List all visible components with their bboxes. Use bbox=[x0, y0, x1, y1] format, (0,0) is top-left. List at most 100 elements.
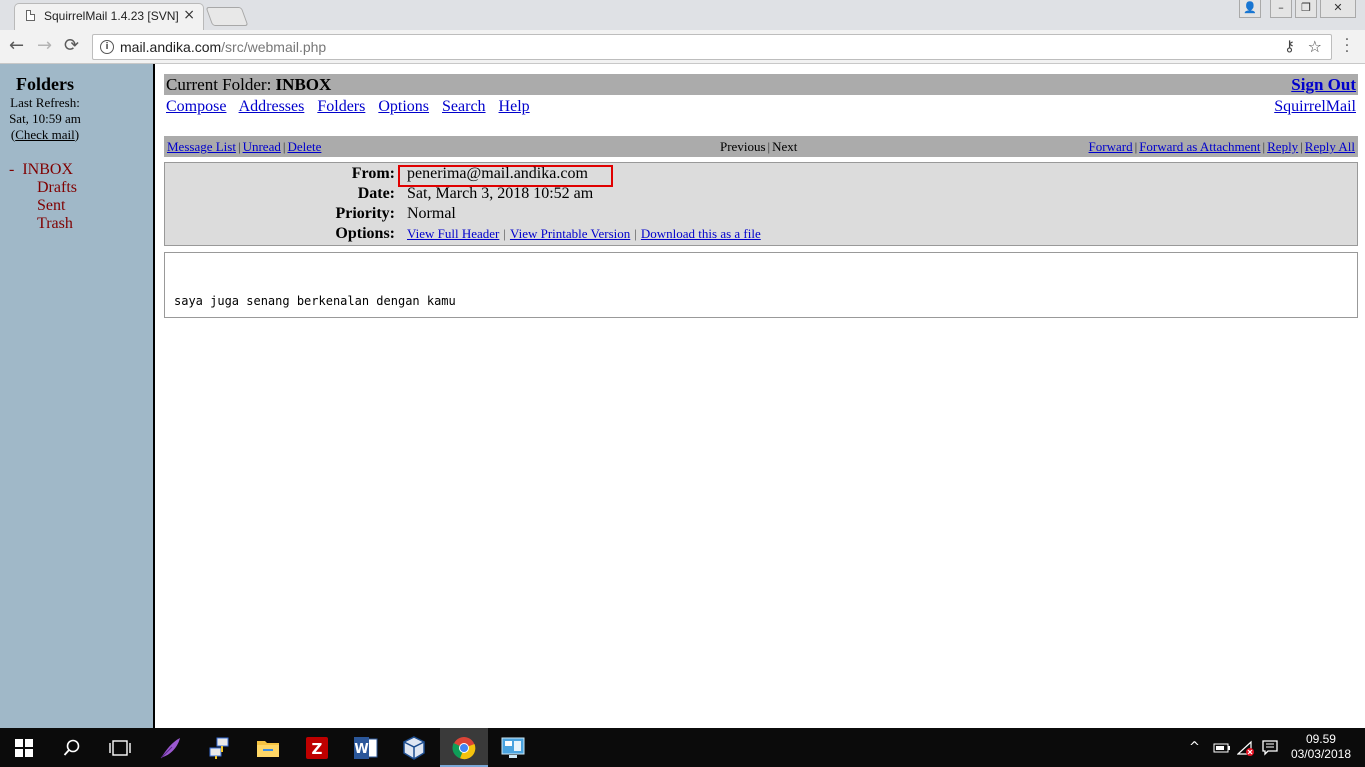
unread-link[interactable]: Unread bbox=[243, 139, 281, 154]
nav-mid-group: Previous | Next bbox=[720, 136, 797, 157]
menu-search[interactable]: Search bbox=[442, 98, 486, 115]
back-arrow-icon[interactable]: ← bbox=[9, 35, 24, 57]
new-tab-button[interactable] bbox=[205, 7, 249, 26]
reload-icon[interactable]: ⟳ bbox=[64, 35, 79, 57]
browser-tab-strip: SquirrelMail 1.4.23 [SVN] × 👤 – ❐ ✕ bbox=[0, 0, 1365, 30]
next-label: Next bbox=[772, 139, 798, 154]
browser-tab[interactable]: SquirrelMail 1.4.23 [SVN] × bbox=[14, 3, 204, 30]
clock-time: 09.59 bbox=[1305, 732, 1336, 746]
battery-icon[interactable] bbox=[1213, 728, 1231, 767]
date-label: Date: bbox=[357, 185, 395, 202]
folder-inbox[interactable]: INBOX bbox=[22, 161, 73, 178]
separator: | bbox=[1300, 139, 1303, 154]
feather-app-icon[interactable] bbox=[146, 728, 194, 767]
message-body: saya juga senang berkenalan dengan kamu bbox=[164, 252, 1358, 318]
separator: | bbox=[503, 226, 506, 241]
download-file-link[interactable]: Download this as a file bbox=[641, 226, 761, 241]
folders-title: Folders bbox=[16, 74, 74, 94]
last-refresh: Last Refresh: Sat, 10:59 am (Check mail) bbox=[0, 95, 90, 143]
wifi-disconnected-icon[interactable] bbox=[1237, 728, 1255, 767]
expand-marker[interactable]: - bbox=[9, 161, 14, 178]
remote-desktop-icon[interactable] bbox=[489, 728, 537, 767]
current-folder: Current Folder: INBOX bbox=[166, 75, 331, 95]
file-explorer-icon[interactable] bbox=[244, 728, 292, 767]
windows-start-icon[interactable] bbox=[0, 728, 48, 767]
last-refresh-time: Sat, 10:59 am bbox=[9, 111, 81, 126]
filezilla-icon[interactable]: Z bbox=[293, 728, 341, 767]
svg-text:Z: Z bbox=[312, 740, 323, 758]
menu-addresses[interactable]: Addresses bbox=[239, 98, 305, 115]
date-value: Sat, March 3, 2018 10:52 am bbox=[407, 185, 594, 202]
forward-attachment-link[interactable]: Forward as Attachment bbox=[1139, 139, 1260, 154]
search-icon[interactable] bbox=[48, 728, 96, 767]
header-row-from: From: penerima@mail.andika.com bbox=[165, 165, 1355, 187]
last-refresh-label: Last Refresh: bbox=[10, 95, 80, 110]
info-icon[interactable]: i bbox=[100, 40, 114, 54]
from-value: penerima@mail.andika.com bbox=[407, 165, 588, 182]
check-mail-wrapper: (Check mail) bbox=[0, 127, 90, 143]
separator: | bbox=[634, 226, 637, 241]
menu-help[interactable]: Help bbox=[499, 98, 530, 115]
maximize-button[interactable]: ❐ bbox=[1295, 0, 1317, 18]
url-host: mail.andika.com bbox=[120, 39, 222, 55]
main-menu: Compose Addresses Folders Options Search… bbox=[166, 98, 539, 116]
close-window-button[interactable]: ✕ bbox=[1320, 0, 1356, 18]
priority-label: Priority: bbox=[335, 205, 395, 222]
folder-sent[interactable]: Sent bbox=[9, 197, 77, 215]
sign-out-link[interactable]: Sign Out bbox=[1291, 75, 1356, 95]
close-tab-icon[interactable]: × bbox=[183, 7, 195, 23]
current-folder-label: Current Folder: bbox=[166, 75, 272, 94]
forward-link[interactable]: Forward bbox=[1089, 139, 1133, 154]
taskbar: Z W ^ 09.59 03/03/2018 bbox=[0, 728, 1365, 767]
url-path: /src/webmail.php bbox=[221, 39, 327, 55]
task-view-icon[interactable] bbox=[96, 728, 144, 767]
browser-toolbar: ← → ⟳ i mail.andika.com/src/webmail.php … bbox=[0, 30, 1365, 64]
delete-link[interactable]: Delete bbox=[287, 139, 321, 154]
view-printable-link[interactable]: View Printable Version bbox=[510, 226, 630, 241]
from-label: From: bbox=[351, 165, 395, 182]
url-text[interactable]: mail.andika.com/src/webmail.php bbox=[120, 39, 326, 55]
action-center-icon[interactable] bbox=[1262, 728, 1278, 767]
options-links: View Full Header | View Printable Version |… bbox=[407, 225, 761, 243]
message-body-text: saya juga senang berkenalan dengan kamu bbox=[174, 294, 456, 308]
menu-folders[interactable]: Folders bbox=[317, 98, 365, 115]
message-list-link[interactable]: Message List bbox=[167, 139, 236, 154]
key-icon[interactable]: ⚷ bbox=[1284, 37, 1295, 55]
folder-inbox-row: - INBOX bbox=[9, 161, 77, 179]
header-row-date: Date: Sat, March 3, 2018 10:52 am bbox=[165, 185, 1355, 205]
address-bar[interactable]: i mail.andika.com/src/webmail.php ⚷ ☆ bbox=[92, 34, 1332, 60]
tray-chevron-icon[interactable]: ^ bbox=[1189, 728, 1200, 767]
user-icon[interactable]: 👤 bbox=[1239, 0, 1261, 18]
reply-all-link[interactable]: Reply All bbox=[1305, 139, 1355, 154]
system-clock[interactable]: 09.59 03/03/2018 bbox=[1291, 732, 1351, 762]
virtualbox-icon[interactable] bbox=[390, 728, 438, 767]
nav-right-group: Forward | Forward as Attachment | Reply | Repl… bbox=[1089, 136, 1355, 157]
menu-compose[interactable]: Compose bbox=[166, 98, 226, 115]
clock-date: 03/03/2018 bbox=[1290, 747, 1351, 761]
menu-options[interactable]: Options bbox=[378, 98, 429, 115]
view-full-header-link[interactable]: View Full Header bbox=[407, 226, 499, 241]
folder-trash[interactable]: Trash bbox=[9, 215, 77, 233]
bookmark-star-icon[interactable]: ☆ bbox=[1308, 37, 1322, 56]
reply-link[interactable]: Reply bbox=[1267, 139, 1298, 154]
document-icon bbox=[26, 10, 35, 21]
current-folder-name: INBOX bbox=[275, 75, 332, 94]
nav-left-group: Message List | Unread | Delete bbox=[167, 136, 321, 157]
current-folder-bar: Current Folder: INBOX Sign Out bbox=[164, 74, 1358, 95]
check-mail-link[interactable]: Check mail bbox=[15, 127, 75, 142]
folder-drafts[interactable]: Drafts bbox=[9, 179, 77, 197]
priority-value: Normal bbox=[407, 205, 456, 222]
folder-list: - INBOX Drafts Sent Trash bbox=[9, 161, 77, 233]
forward-arrow-icon[interactable]: → bbox=[37, 35, 52, 57]
tab-title: SquirrelMail 1.4.23 [SVN] bbox=[44, 9, 179, 23]
network-app-icon[interactable] bbox=[195, 728, 243, 767]
browser-menu-icon[interactable]: · · · bbox=[1343, 33, 1351, 59]
word-icon[interactable]: W bbox=[342, 728, 390, 767]
header-row-options: Options: View Full Header | View Printable… bbox=[165, 225, 1355, 245]
chrome-icon[interactable] bbox=[440, 728, 488, 767]
minimize-button[interactable]: – bbox=[1270, 0, 1292, 18]
header-row-priority: Priority: Normal bbox=[165, 205, 1355, 225]
squirrelmail-link[interactable]: SquirrelMail bbox=[1274, 98, 1356, 116]
separator: | bbox=[237, 139, 241, 154]
options-label: Options: bbox=[335, 225, 395, 242]
